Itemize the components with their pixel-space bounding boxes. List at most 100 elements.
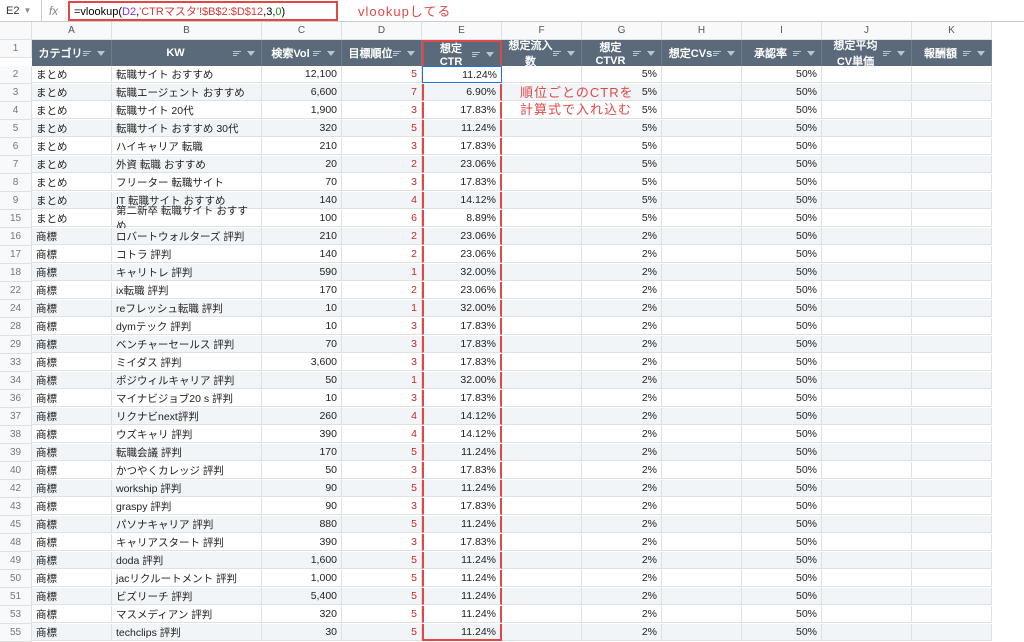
cell-cvs[interactable]: [662, 282, 742, 299]
cell-ctvr[interactable]: 2%: [582, 300, 662, 317]
cell-reward[interactable]: [912, 552, 992, 569]
cell-reward[interactable]: [912, 444, 992, 461]
cell-inflow[interactable]: [502, 462, 582, 479]
row-header[interactable]: 36: [0, 390, 32, 408]
cell-category[interactable]: まとめ: [32, 192, 112, 209]
cell-ctr[interactable]: 11.24%: [422, 66, 502, 83]
row-header[interactable]: 39: [0, 444, 32, 462]
cell-approval[interactable]: 50%: [742, 426, 822, 443]
row-header[interactable]: 17: [0, 246, 32, 264]
cell-reward[interactable]: [912, 282, 992, 299]
cell-inflow[interactable]: [502, 552, 582, 569]
cell-category[interactable]: 商標: [32, 588, 112, 605]
cell-reward[interactable]: [912, 192, 992, 209]
row-header[interactable]: 45: [0, 516, 32, 534]
cell-ctr[interactable]: 17.83%: [422, 102, 502, 119]
cell-reward[interactable]: [912, 156, 992, 173]
col-header-A[interactable]: A: [32, 22, 112, 40]
cell-reward[interactable]: [912, 462, 992, 479]
cell-cvs[interactable]: [662, 534, 742, 551]
filter-icon[interactable]: [807, 51, 815, 56]
row-header[interactable]: 7: [0, 156, 32, 174]
row-header[interactable]: 50: [0, 570, 32, 588]
cell-approval[interactable]: 50%: [742, 444, 822, 461]
cell-keyword[interactable]: workship 評判: [112, 480, 262, 497]
cell-ctr[interactable]: 23.06%: [422, 156, 502, 173]
cell-category[interactable]: 商標: [32, 498, 112, 515]
cell-inflow[interactable]: [502, 138, 582, 155]
cell-inflow[interactable]: [502, 480, 582, 497]
cell-avgcv[interactable]: [822, 498, 912, 515]
cell-reward[interactable]: [912, 210, 992, 227]
cell-cvs[interactable]: [662, 102, 742, 119]
cell-rank[interactable]: 2: [342, 246, 422, 263]
cell-category[interactable]: 商標: [32, 444, 112, 461]
formula-input[interactable]: =vlookup(D2,'CTRマスタ'!$B$2:$D$12,3,0): [74, 3, 285, 19]
cell-reward[interactable]: [912, 588, 992, 605]
cell-ctr[interactable]: 11.24%: [422, 552, 502, 569]
cell-ctr[interactable]: 23.06%: [422, 282, 502, 299]
cell-volume[interactable]: 140: [262, 246, 342, 263]
cell-approval[interactable]: 50%: [742, 318, 822, 335]
cell-ctvr[interactable]: 2%: [582, 444, 662, 461]
cell-ctvr[interactable]: 5%: [582, 84, 662, 101]
filter-icon[interactable]: [97, 51, 105, 56]
col-header-D[interactable]: D: [342, 22, 422, 40]
cell-avgcv[interactable]: [822, 354, 912, 371]
cell-keyword[interactable]: doda 評判: [112, 552, 262, 569]
cell-ctvr[interactable]: 2%: [582, 264, 662, 281]
cell-volume[interactable]: 90: [262, 480, 342, 497]
cell-ctvr[interactable]: 5%: [582, 138, 662, 155]
cell-keyword[interactable]: コトラ 評判: [112, 246, 262, 263]
cell-rank[interactable]: 5: [342, 66, 422, 83]
cell-inflow[interactable]: [502, 606, 582, 623]
column-header[interactable]: 目標順位: [342, 40, 422, 66]
cell-category[interactable]: まとめ: [32, 210, 112, 227]
cell-avgcv[interactable]: [822, 84, 912, 101]
cell-volume[interactable]: 390: [262, 426, 342, 443]
cell-volume[interactable]: 880: [262, 516, 342, 533]
cell-approval[interactable]: 50%: [742, 534, 822, 551]
cell-rank[interactable]: 6: [342, 210, 422, 227]
cell-avgcv[interactable]: [822, 174, 912, 191]
cell-cvs[interactable]: [662, 192, 742, 209]
cell-keyword[interactable]: 転職サイト 20代: [112, 102, 262, 119]
cell-reward[interactable]: [912, 174, 992, 191]
cell-ctvr[interactable]: 2%: [582, 282, 662, 299]
cell-cvs[interactable]: [662, 66, 742, 83]
cell-inflow[interactable]: [502, 624, 582, 641]
cell-category[interactable]: 商標: [32, 426, 112, 443]
cell-keyword[interactable]: reフレッシュ転職 評判: [112, 300, 262, 317]
filter-icon[interactable]: [247, 51, 255, 56]
cell-reward[interactable]: [912, 66, 992, 83]
cell-rank[interactable]: 1: [342, 372, 422, 389]
cell-cvs[interactable]: [662, 606, 742, 623]
row-header[interactable]: 37: [0, 408, 32, 426]
cell-volume[interactable]: 90: [262, 498, 342, 515]
cell-volume[interactable]: 3,600: [262, 354, 342, 371]
filter-icon[interactable]: [407, 51, 415, 56]
column-header[interactable]: 承認率: [742, 40, 822, 66]
cell-approval[interactable]: 50%: [742, 282, 822, 299]
cell-approval[interactable]: 50%: [742, 210, 822, 227]
cell-volume[interactable]: 260: [262, 408, 342, 425]
cell-inflow[interactable]: [502, 228, 582, 245]
cell-avgcv[interactable]: [822, 336, 912, 353]
cell-category[interactable]: まとめ: [32, 120, 112, 137]
cell-keyword[interactable]: 転職サイト おすすめ 30代: [112, 120, 262, 137]
column-header[interactable]: 想定CVs: [662, 40, 742, 66]
row-header[interactable]: 34: [0, 372, 32, 390]
cell-category[interactable]: まとめ: [32, 156, 112, 173]
cell-volume[interactable]: 320: [262, 120, 342, 137]
cell-ctvr[interactable]: 2%: [582, 426, 662, 443]
cell-volume[interactable]: 20: [262, 156, 342, 173]
cell-inflow[interactable]: [502, 390, 582, 407]
cell-category[interactable]: 商標: [32, 570, 112, 587]
cell-ctr[interactable]: 17.83%: [422, 354, 502, 371]
cell-ctvr[interactable]: 2%: [582, 498, 662, 515]
cell-avgcv[interactable]: [822, 552, 912, 569]
cell-cvs[interactable]: [662, 624, 742, 641]
cell-cvs[interactable]: [662, 300, 742, 317]
cell-inflow[interactable]: [502, 102, 582, 119]
cell-inflow[interactable]: [502, 210, 582, 227]
